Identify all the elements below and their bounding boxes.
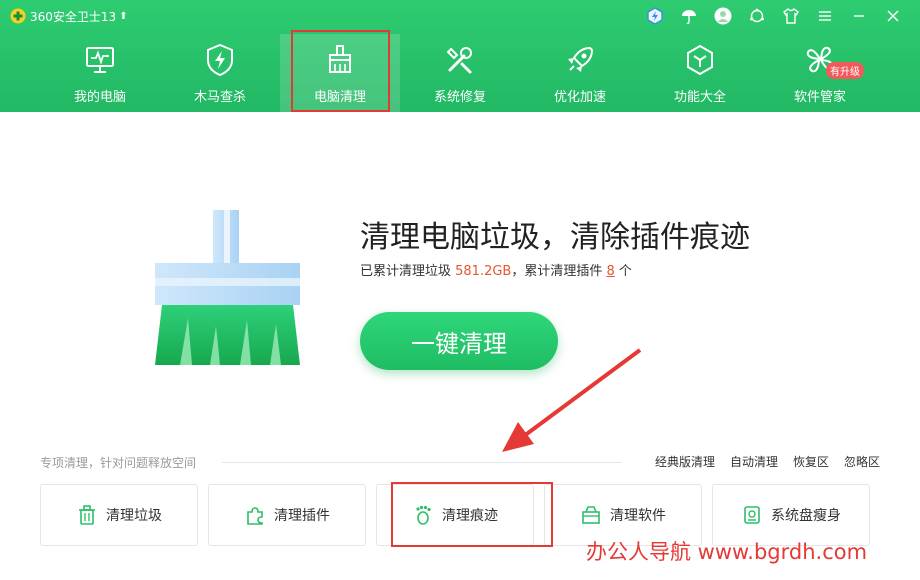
umbrella-icon[interactable]	[672, 5, 706, 27]
package-icon	[582, 506, 600, 524]
skin-shirt-icon[interactable]	[774, 5, 808, 27]
broom-illustration-icon	[155, 210, 300, 365]
annotation-highlight-nav	[291, 30, 390, 112]
cleanup-links: 经典版清理 自动清理 恢复区 忽略区	[655, 453, 880, 470]
link-auto-cleanup[interactable]: 自动清理	[730, 453, 778, 470]
main-headline: 清理电脑垃圾，清除插件痕迹	[360, 220, 750, 255]
titlebar-icons	[638, 5, 910, 27]
nav-label: 软件管家	[793, 90, 846, 105]
nav-system-repair[interactable]: 系统修复	[400, 34, 520, 112]
cube-icon	[682, 42, 718, 78]
stats-junk-size: 581.2GB	[455, 264, 512, 279]
link-recovery-area[interactable]: 恢复区	[793, 453, 829, 470]
special-cleanup-label: 专项清理，针对问题释放空间	[40, 456, 197, 470]
app-title: 360安全卫士13 ⬆	[10, 7, 128, 25]
cleanup-stats: 已累计清理垃圾 581.2GB，累计清理插件 8 个	[360, 260, 632, 279]
top-header: 360安全卫士13 ⬆ 我的电脑 木马查杀 电脑清理 系统修复 优化加速 功能大…	[0, 0, 920, 112]
stats-suffix: 个	[614, 264, 632, 279]
nav-trojan-scan[interactable]: 木马查杀	[160, 34, 280, 112]
minimize-icon[interactable]	[842, 5, 876, 27]
nav-label: 木马查杀	[193, 90, 246, 105]
update-arrow-icon[interactable]: ⬆	[119, 11, 127, 22]
nav-label: 我的电脑	[73, 90, 126, 105]
stats-prefix: 已累计清理垃圾	[360, 264, 456, 279]
nav-features[interactable]: 功能大全	[640, 34, 760, 112]
user-avatar-icon[interactable]	[706, 5, 740, 27]
card-clean-junk[interactable]: 清理垃圾	[40, 484, 198, 546]
link-classic-cleanup[interactable]: 经典版清理	[655, 453, 715, 470]
nav-my-computer[interactable]: 我的电脑	[40, 34, 160, 112]
section-divider	[222, 462, 622, 463]
nav-label: 功能大全	[673, 90, 726, 105]
link-ignore-area[interactable]: 忽略区	[844, 453, 880, 470]
app-logo-icon	[10, 8, 26, 24]
title-bar: 360安全卫士13 ⬆	[0, 0, 920, 32]
trash-icon	[79, 505, 95, 525]
stats-plugin-count[interactable]: 8	[607, 264, 615, 279]
stats-mid: ，累计清理插件	[511, 264, 607, 279]
app-title-text: 360安全卫士13	[30, 9, 117, 24]
disk-icon	[744, 506, 760, 524]
tools-icon	[442, 42, 478, 78]
nav-label: 系统修复	[433, 90, 486, 105]
nav-optimize[interactable]: 优化加速	[520, 34, 640, 112]
card-label: 系统盘瘦身	[771, 508, 841, 524]
monitor-icon	[82, 42, 118, 78]
close-icon[interactable]	[876, 5, 910, 27]
card-label: 清理垃圾	[106, 508, 162, 524]
card-label: 清理软件	[610, 508, 666, 524]
menu-icon[interactable]	[808, 5, 842, 27]
annotation-arrow-icon	[502, 348, 642, 452]
upgrade-badge: 有升级	[826, 62, 864, 79]
puzzle-icon	[247, 507, 263, 525]
main-nav: 我的电脑 木马查杀 电脑清理 系统修复 优化加速 功能大全 软件管家	[40, 34, 880, 112]
security-status-icon[interactable]	[638, 5, 672, 27]
shield-bolt-icon	[202, 42, 238, 78]
watermark-text: 办公人导航 www.bgrdh.com	[586, 540, 868, 564]
card-label: 清理插件	[274, 508, 330, 524]
card-clean-plugins[interactable]: 清理插件	[208, 484, 366, 546]
rocket-icon	[562, 42, 598, 78]
nav-label: 优化加速	[553, 90, 606, 105]
feedback-icon[interactable]	[740, 5, 774, 27]
annotation-highlight-card	[391, 482, 553, 547]
